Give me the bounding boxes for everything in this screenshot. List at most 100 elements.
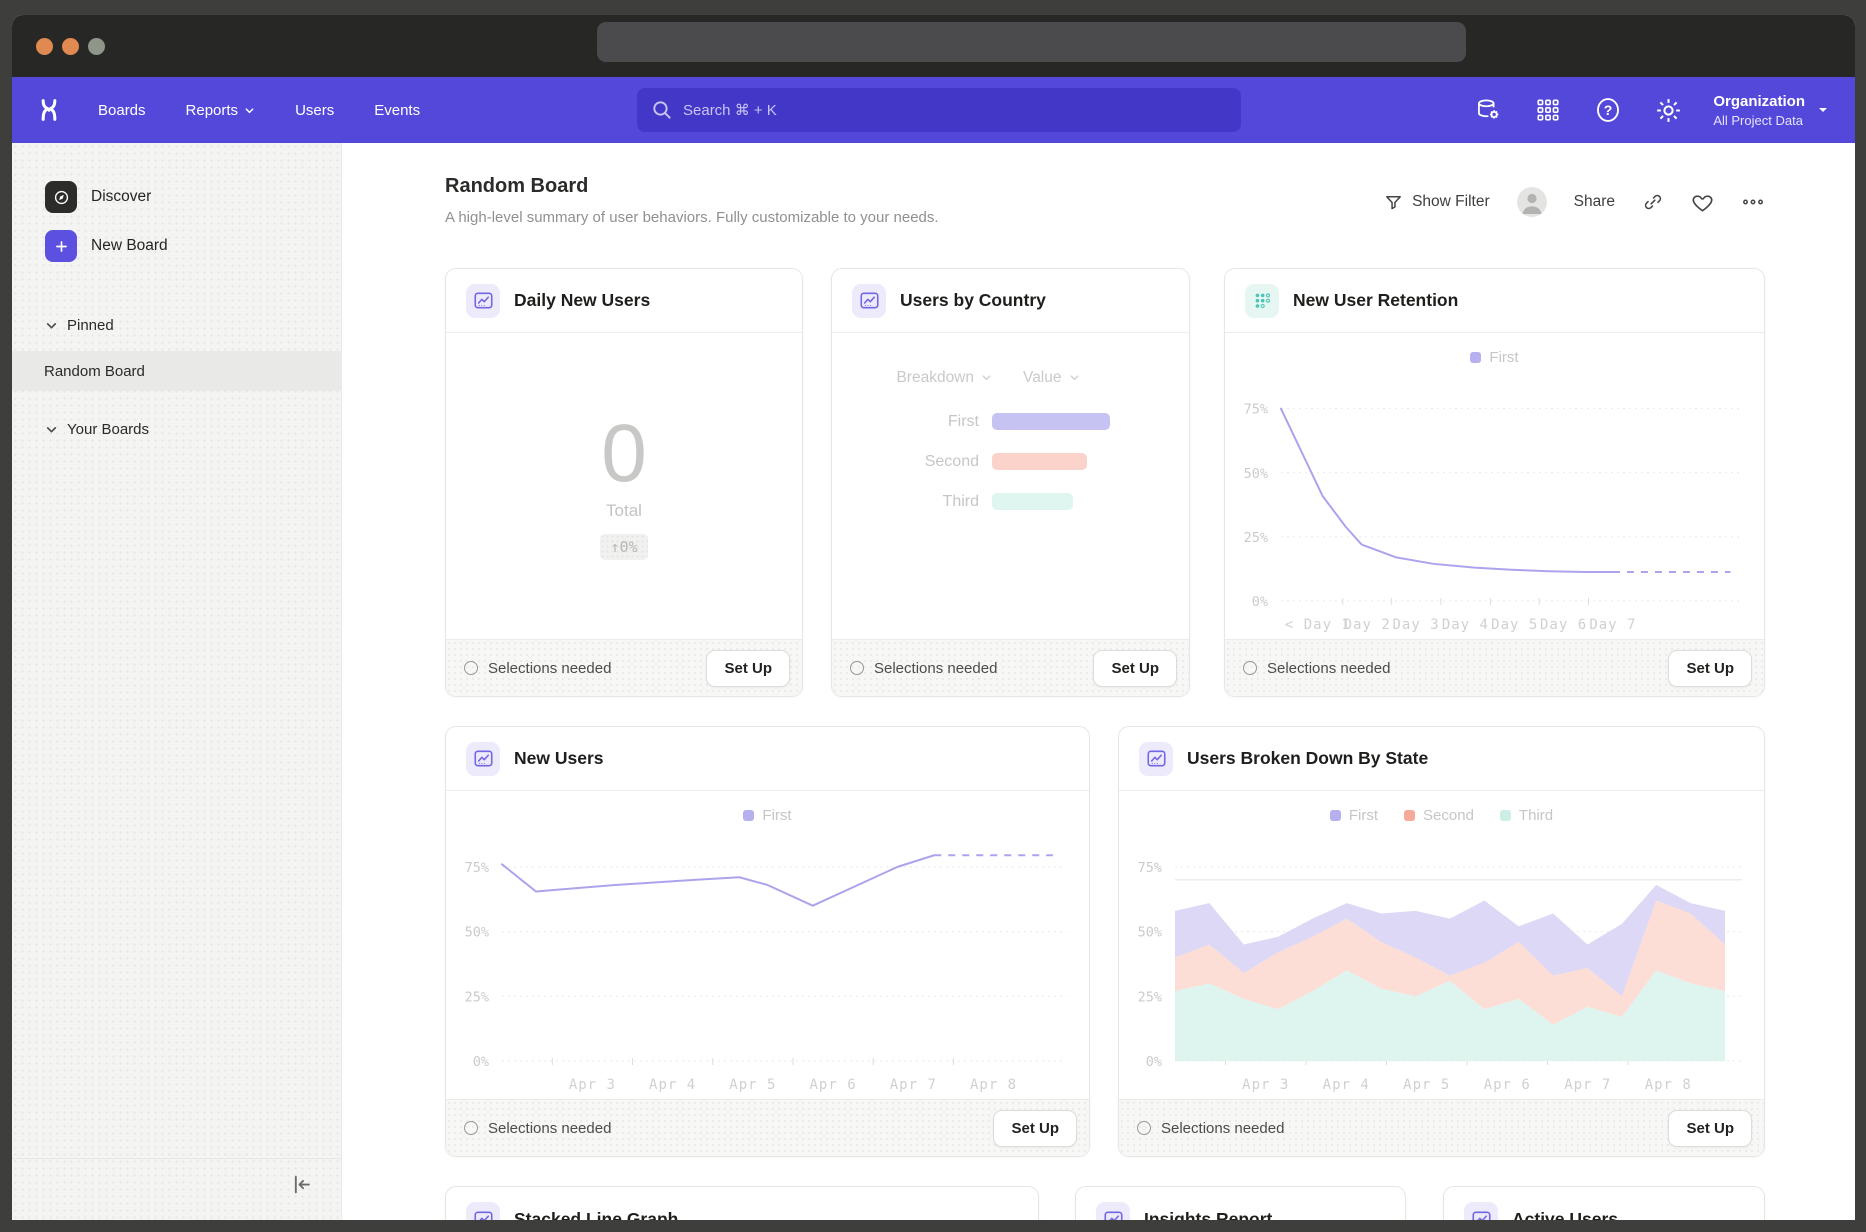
filter-funnel-icon — [1384, 193, 1403, 212]
primary-nav: Boards Reports Users Events — [98, 102, 420, 119]
window-zoom-button[interactable] — [88, 38, 105, 55]
svg-text:Day 3: Day 3 — [1392, 617, 1439, 633]
states-area-chart: 75%50%25%0%Apr 3Apr 4Apr 5Apr 6Apr 7Apr … — [1119, 829, 1764, 1099]
svg-text:75%: 75% — [1244, 402, 1268, 418]
plus-icon — [45, 230, 77, 262]
org-name: Organization — [1713, 92, 1805, 112]
nav-item-label: Reports — [186, 102, 239, 119]
svg-text:Apr 8: Apr 8 — [970, 1077, 1017, 1093]
nav-item-boards[interactable]: Boards — [98, 102, 146, 119]
avatar[interactable] — [1517, 187, 1547, 217]
window-minimize-button[interactable] — [62, 38, 79, 55]
board-actions: Show Filter Share — [1384, 187, 1765, 217]
status-radio-icon — [850, 661, 864, 675]
sidebar-item-discover[interactable]: Discover — [45, 181, 341, 213]
card-footer: Selections needed Set Up — [832, 639, 1189, 696]
sidebar-item-random-board[interactable]: Random Board — [12, 351, 341, 391]
chevron-down-icon — [981, 372, 992, 383]
line-chart-icon — [1139, 742, 1173, 776]
share-button[interactable]: Share — [1574, 193, 1615, 211]
desktop-background: Boards Reports Users Events — [0, 0, 1866, 1232]
breakdown-row: Second — [832, 450, 1189, 473]
set-up-button[interactable]: Set Up — [706, 650, 790, 687]
svg-text:25%: 25% — [1138, 989, 1162, 1005]
card-footer: Selections needed Set Up — [1119, 1099, 1764, 1156]
svg-text:0%: 0% — [473, 1054, 489, 1070]
main-content: Random Board A high-level summary of use… — [342, 143, 1855, 1220]
window-close-button[interactable] — [36, 38, 53, 55]
search-input[interactable] — [637, 88, 1241, 132]
retention-grid-icon — [1245, 284, 1279, 318]
svg-text:Apr 3: Apr 3 — [1242, 1077, 1289, 1093]
navbar-right-cluster: ? Organization All Project Data — [1473, 92, 1829, 129]
search-icon — [651, 99, 673, 126]
show-filter-label: Show Filter — [1412, 193, 1490, 211]
chevron-down-icon — [1817, 104, 1829, 116]
card-footer: Selections needed Set Up — [446, 1099, 1089, 1156]
svg-text:Day 4: Day 4 — [1442, 617, 1489, 633]
card-title: New Users — [514, 748, 604, 769]
set-up-button[interactable]: Set Up — [1093, 650, 1177, 687]
new-users-line-chart: 75%50%25%0%Apr 3Apr 4Apr 5Apr 6Apr 7Apr … — [446, 829, 1089, 1099]
card-title: Insights Report — [1144, 1209, 1272, 1221]
nav-item-label: Users — [295, 102, 334, 119]
org-switcher[interactable]: Organization All Project Data — [1713, 92, 1829, 129]
sidebar-section-pinned[interactable]: Pinned — [45, 317, 341, 334]
svg-text:Apr 3: Apr 3 — [569, 1077, 616, 1093]
card-new-user-retention: New User Retention First 75%50%25%0%< Da… — [1224, 268, 1765, 697]
apps-grid-icon[interactable] — [1533, 95, 1563, 125]
more-options-icon[interactable] — [1741, 190, 1765, 214]
collapse-sidebar-icon[interactable] — [288, 1172, 313, 1202]
value-bar — [992, 413, 1110, 430]
legend-item: First — [1470, 349, 1518, 366]
chart-legend: First — [446, 791, 1089, 829]
metric-value: 0 — [601, 413, 647, 495]
card-header: New Users — [446, 727, 1089, 791]
sidebar-item-new-board[interactable]: New Board — [45, 230, 341, 262]
help-icon[interactable]: ? — [1593, 95, 1623, 125]
card-title: Daily New Users — [514, 290, 650, 311]
legend-item: Third — [1500, 807, 1553, 824]
svg-text:Apr 4: Apr 4 — [649, 1077, 696, 1093]
metric-label: Total — [606, 501, 642, 521]
set-up-button[interactable]: Set Up — [993, 1110, 1077, 1147]
mixpanel-logo-icon[interactable] — [34, 95, 64, 125]
chart-legend: First — [1225, 333, 1764, 371]
share-label: Share — [1574, 193, 1615, 211]
value-dropdown[interactable]: Value — [1023, 369, 1080, 387]
nav-item-reports[interactable]: Reports — [186, 102, 256, 119]
favorite-heart-icon[interactable] — [1691, 191, 1714, 214]
svg-text:Day 6: Day 6 — [1540, 617, 1587, 633]
global-search — [637, 88, 1241, 132]
card-title: Users by Country — [900, 290, 1046, 311]
sidebar-section-your-boards[interactable]: Your Boards — [45, 421, 341, 438]
top-navbar: Boards Reports Users Events — [12, 77, 1855, 143]
copy-link-icon[interactable] — [1642, 191, 1664, 213]
browser-window: Boards Reports Users Events — [12, 15, 1855, 1220]
status-text: Selections needed — [488, 660, 611, 677]
status-radio-icon — [1243, 661, 1257, 675]
url-bar[interactable] — [597, 22, 1466, 62]
sidebar-item-label: Random Board — [44, 363, 145, 380]
svg-text:50%: 50% — [1244, 466, 1268, 482]
show-filter-button[interactable]: Show Filter — [1384, 193, 1490, 212]
line-chart-icon — [466, 742, 500, 776]
card-header: Users Broken Down By State — [1119, 727, 1764, 791]
chart-legend: FirstSecondThird — [1119, 791, 1764, 829]
data-management-icon[interactable] — [1473, 95, 1503, 125]
card-body: FirstSecondThird 75%50%25%0%Apr 3Apr 4Ap… — [1119, 791, 1764, 1099]
nav-item-users[interactable]: Users — [295, 102, 334, 119]
chevron-down-icon — [45, 423, 58, 436]
status-text: Selections needed — [1267, 660, 1390, 677]
card-body: Breakdown Value First — [832, 333, 1189, 639]
nav-item-events[interactable]: Events — [374, 102, 420, 119]
set-up-button[interactable]: Set Up — [1668, 1110, 1752, 1147]
breakdown-label: Breakdown — [896, 369, 974, 387]
set-up-button[interactable]: Set Up — [1668, 650, 1752, 687]
svg-text:75%: 75% — [465, 860, 489, 876]
settings-gear-icon[interactable] — [1653, 95, 1683, 125]
card-title: New User Retention — [1293, 290, 1458, 311]
breakdown-dropdown[interactable]: Breakdown — [896, 369, 992, 387]
card-new-users: New Users First 75%50%25%0%Apr 3Apr 4Apr… — [445, 726, 1090, 1157]
card-daily-new-users: Daily New Users 0 Total ↑0% Selections n… — [445, 268, 803, 697]
